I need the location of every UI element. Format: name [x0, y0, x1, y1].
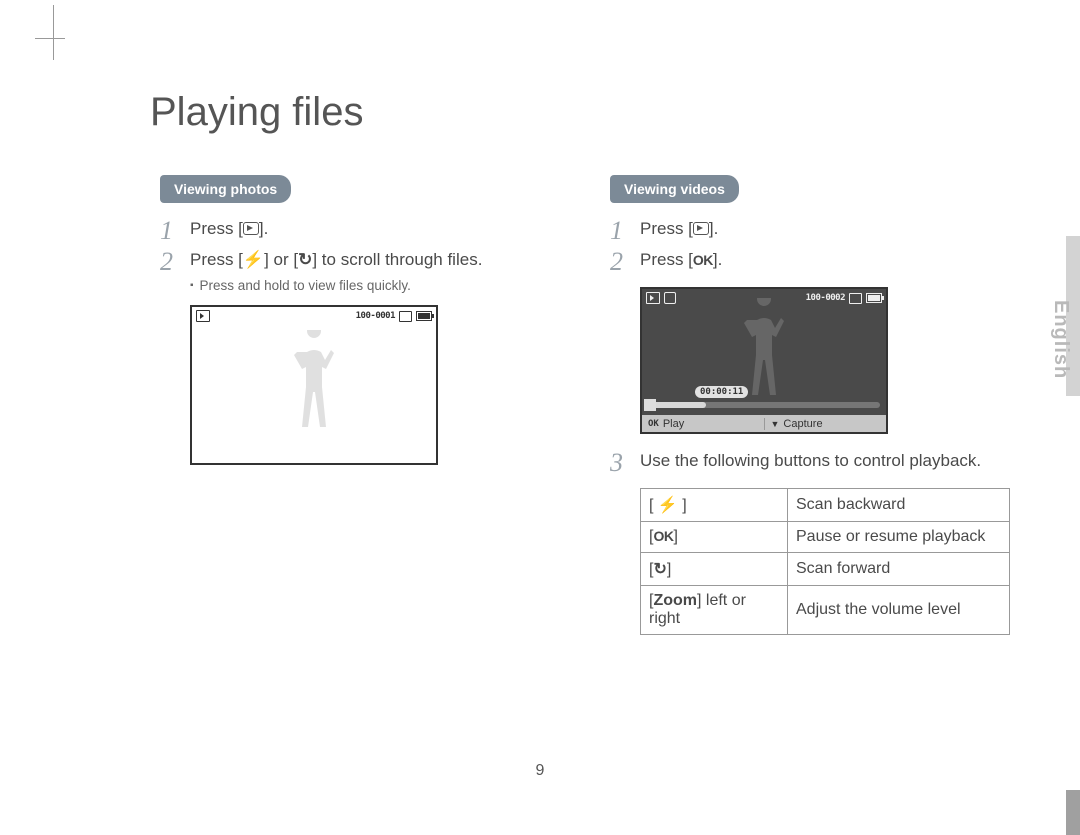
- button-cell: [OK]: [641, 522, 788, 553]
- videos-step-1: 1 Press [].: [610, 216, 1030, 244]
- video-progress-bar: [648, 402, 880, 408]
- table-row: [OK] Pause or resume playback: [641, 522, 1010, 553]
- videos-step-2: 2 Press [OK].: [610, 247, 1030, 275]
- language-tab: English: [1049, 300, 1072, 379]
- flash-icon: ⚡: [243, 247, 264, 273]
- step-number: 3: [610, 448, 640, 476]
- file-number: 100-0002: [806, 293, 845, 303]
- side-tab-marker: [1066, 790, 1080, 835]
- text: Press [: [190, 219, 243, 238]
- photos-step-2: 2 Press [⚡] or [↻] to scroll through fil…: [160, 247, 580, 275]
- table-row: [↻] Scan forward: [641, 553, 1010, 586]
- memory-card-icon: [399, 311, 412, 322]
- ok-icon: OK: [693, 252, 713, 268]
- desc-cell: Scan forward: [788, 553, 1010, 586]
- step-number: 2: [160, 247, 190, 275]
- capture-label: Capture: [783, 418, 822, 430]
- file-number: 100-0001: [356, 311, 395, 321]
- page-title: Playing files: [150, 90, 363, 135]
- battery-icon: [416, 311, 432, 321]
- playback-mode-icon: [646, 292, 660, 304]
- lcd-preview-video: 100-0002 00:00:11 OK Play ▼Capture: [640, 287, 888, 434]
- face-icon: [664, 292, 676, 304]
- text: Press [: [640, 250, 693, 269]
- text: ] to scroll through files.: [312, 250, 482, 269]
- playback-icon: [693, 222, 709, 235]
- text: ].: [259, 219, 268, 238]
- text: Use the following buttons to control pla…: [640, 448, 1030, 474]
- section-viewing-videos: Viewing videos 1 Press []. 2 Press [OK].…: [610, 175, 1030, 635]
- table-row: [ ⚡ ] Scan backward: [641, 489, 1010, 522]
- step-number: 2: [610, 247, 640, 275]
- desc-cell: Scan backward: [788, 489, 1010, 522]
- play-label: Play: [663, 418, 684, 430]
- button-cell: [Zoom] left or right: [641, 586, 788, 635]
- button-cell: [↻]: [641, 553, 788, 586]
- heading-photos: Viewing photos: [160, 175, 291, 203]
- memory-card-icon: [849, 293, 862, 304]
- playback-icon: [243, 222, 259, 235]
- heading-videos: Viewing videos: [610, 175, 739, 203]
- photos-step-1: 1 Press [].: [160, 216, 580, 244]
- timer-icon: ↻: [653, 559, 666, 579]
- videos-step-3: 3 Use the following buttons to control p…: [610, 448, 1030, 476]
- text: Press [: [640, 219, 693, 238]
- video-time: 00:00:11: [695, 386, 748, 398]
- text: ] or [: [264, 250, 298, 269]
- section-viewing-photos: Viewing photos 1 Press []. 2 Press [⚡] o…: [160, 175, 580, 465]
- lcd-status-bar: 100-0001: [192, 307, 436, 325]
- flash-icon: ⚡: [658, 495, 678, 515]
- lcd-preview-photo: 100-0001: [190, 305, 438, 465]
- page-content: Playing files Viewing photos 1 Press [].…: [40, 0, 1040, 835]
- button-cell: [ ⚡ ]: [641, 489, 788, 522]
- desc-cell: Pause or resume playback: [788, 522, 1010, 553]
- table-row: [Zoom] left or right Adjust the volume l…: [641, 586, 1010, 635]
- text: ].: [713, 250, 722, 269]
- ok-icon: OK: [653, 528, 673, 544]
- playback-mode-icon: [196, 310, 210, 322]
- text: ].: [709, 219, 718, 238]
- stop-icon: [644, 399, 656, 411]
- battery-icon: [866, 293, 882, 303]
- playback-controls-table: [ ⚡ ] Scan backward [OK] Pause or resume…: [640, 488, 1010, 635]
- person-silhouette-icon: [284, 330, 344, 440]
- desc-cell: Adjust the volume level: [788, 586, 1010, 635]
- text: Press [: [190, 250, 243, 269]
- zoom-label: Zoom: [653, 592, 697, 609]
- step-number: 1: [610, 216, 640, 244]
- down-icon: ▼: [771, 419, 780, 429]
- lcd-footer: OK Play ▼Capture: [642, 415, 886, 432]
- page-number: 9: [536, 762, 545, 780]
- timer-icon: ↻: [298, 247, 312, 273]
- ok-icon: OK: [648, 419, 659, 429]
- photos-note: Press and hold to view files quickly.: [190, 278, 580, 293]
- step-number: 1: [160, 216, 190, 244]
